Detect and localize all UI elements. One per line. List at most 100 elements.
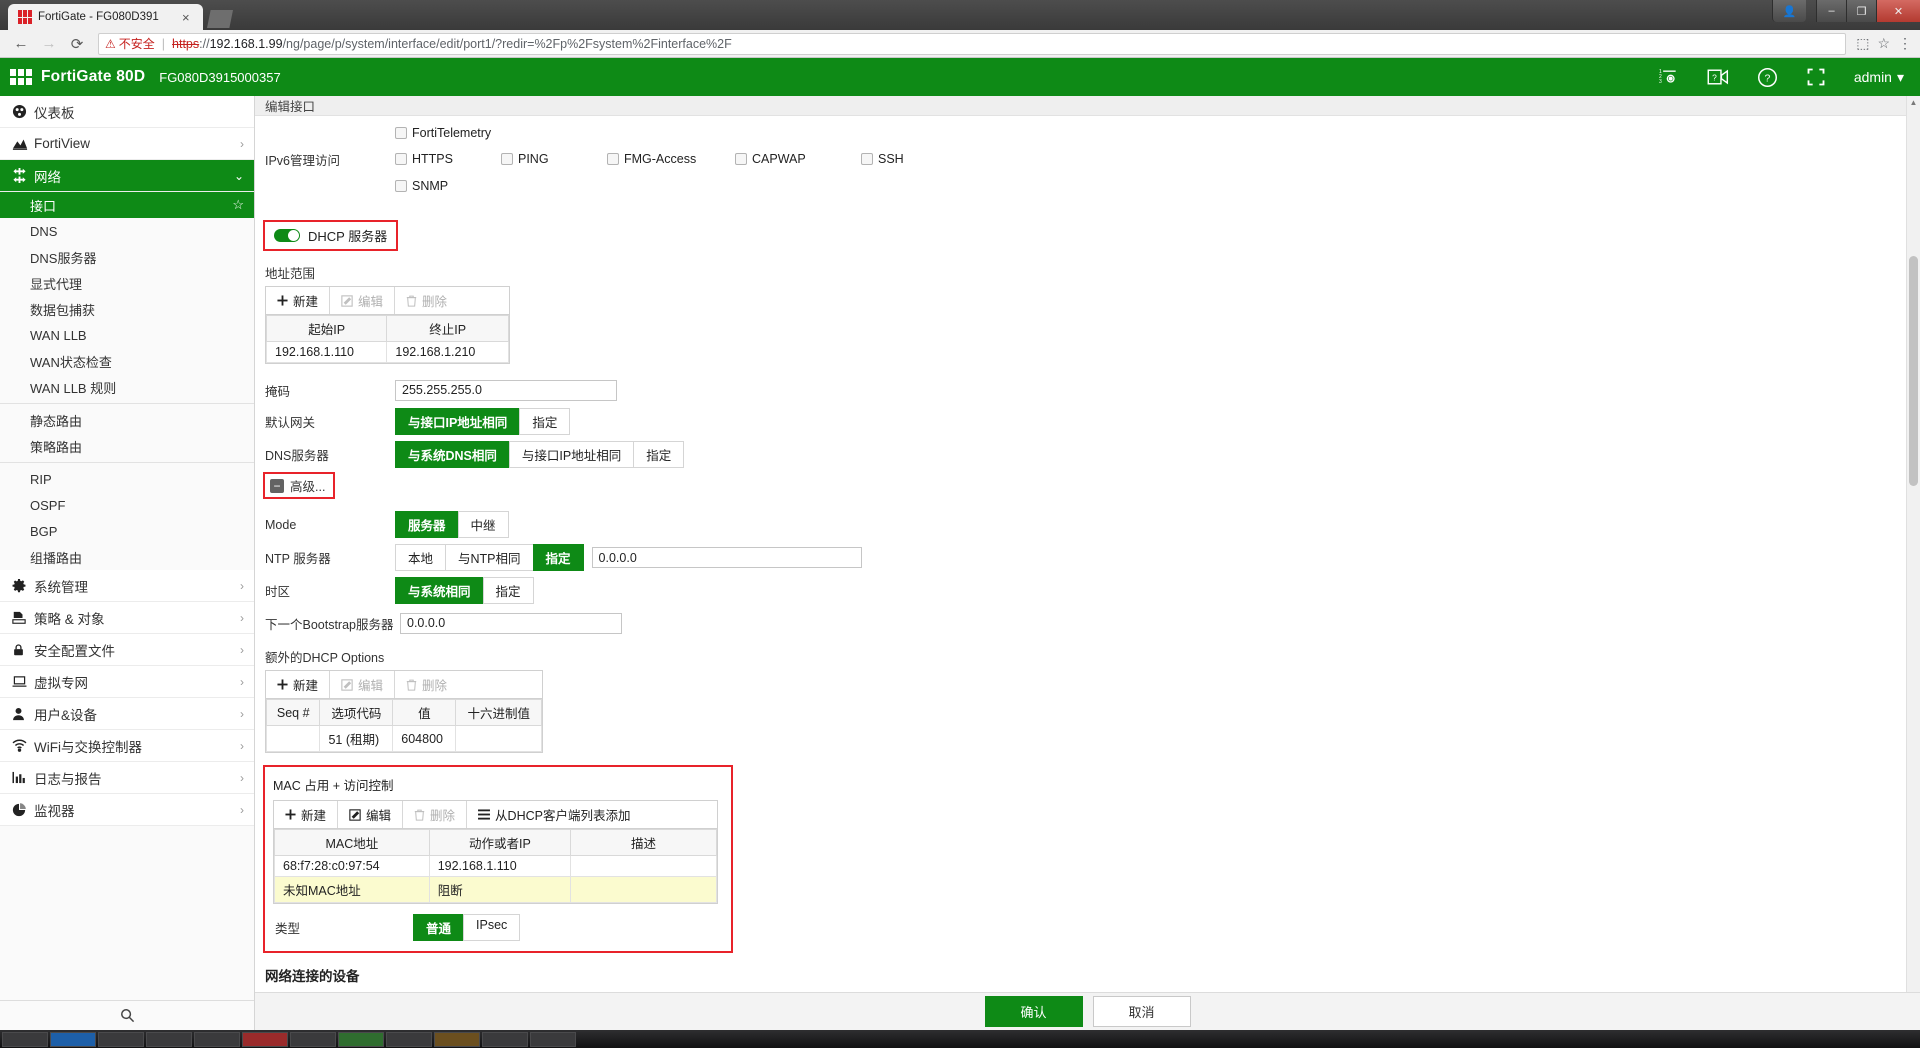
sidebar-search-button[interactable]: [0, 1000, 254, 1030]
taskbar-item[interactable]: [194, 1031, 240, 1047]
checkbox-box[interactable]: [501, 153, 513, 165]
sidebar-item-dns-server[interactable]: DNS服务器: [0, 244, 254, 270]
config-gear-icon[interactable]: 1 2 3: [1659, 67, 1679, 87]
taskbar-item[interactable]: [434, 1031, 480, 1047]
segment-local[interactable]: 本地: [395, 544, 446, 571]
sidebar-item-packet-capture[interactable]: 数据包捕获: [0, 296, 254, 322]
minimize-button[interactable]: –: [1816, 0, 1846, 22]
checkbox-fortitelemetry[interactable]: FortiTelemetry: [395, 126, 491, 140]
sidebar-item-wifi-switch-controller[interactable]: WiFi与交换控制器 ›: [0, 730, 254, 762]
sidebar-item-wan-llb-rules[interactable]: WAN LLB 规则: [0, 374, 254, 400]
segment-same-as-system[interactable]: 与系统相同: [395, 577, 483, 604]
table-row[interactable]: 未知MAC地址 阻断: [274, 876, 717, 903]
taskbar-item[interactable]: [482, 1031, 528, 1047]
checkbox-box[interactable]: [735, 153, 747, 165]
sidebar-item-log-report[interactable]: 日志与报告 ›: [0, 762, 254, 794]
forward-icon[interactable]: →: [36, 33, 62, 55]
favorite-star-icon[interactable]: ☆: [232, 197, 244, 213]
edit-button[interactable]: 编辑: [330, 671, 396, 698]
cancel-button[interactable]: 取消: [1092, 996, 1191, 1027]
sidebar-item-system[interactable]: 系统管理 ›: [0, 570, 254, 602]
ok-button[interactable]: 确认: [984, 996, 1083, 1027]
video-tutorial-icon[interactable]: ?: [1707, 67, 1729, 87]
sidebar-item-security-profiles[interactable]: 安全配置文件 ›: [0, 634, 254, 666]
scroll-up-icon[interactable]: ▲: [1907, 98, 1920, 107]
create-new-button[interactable]: 新建: [266, 287, 331, 314]
main-scrollbar[interactable]: ▲ ▼: [1906, 96, 1920, 1030]
checkbox-capwap[interactable]: CAPWAP: [735, 152, 853, 166]
sidebar-item-bgp[interactable]: BGP: [0, 518, 254, 544]
segment-relay[interactable]: 中继: [457, 511, 509, 538]
segment-server[interactable]: 服务器: [395, 511, 458, 538]
segment-specify[interactable]: 指定: [482, 577, 534, 604]
checkbox-https[interactable]: HTTPS: [395, 152, 493, 166]
segment-regular[interactable]: 普通: [413, 914, 464, 941]
bootstrap-server-input[interactable]: 0.0.0.0: [400, 612, 622, 634]
checkbox-fmg-access[interactable]: FMG-Access: [607, 152, 727, 166]
sidebar-item-monitor[interactable]: 监视器 ›: [0, 794, 254, 826]
table-row[interactable]: 68:f7:28:c0:97:54 192.168.1.110: [274, 855, 717, 877]
sidebar-item-network[interactable]: 网络 ⌄: [0, 160, 254, 192]
segment-ipsec[interactable]: IPsec: [463, 914, 521, 941]
dhcp-server-toggle[interactable]: [274, 229, 300, 242]
table-row[interactable]: 192.168.1.110 192.168.1.210: [265, 341, 509, 363]
sidebar-item-dns[interactable]: DNS: [0, 218, 254, 244]
scrollbar-thumb[interactable]: [1909, 256, 1918, 486]
reload-icon[interactable]: ⟳: [64, 33, 90, 55]
segment-specify[interactable]: 指定: [633, 441, 685, 468]
taskbar-item[interactable]: [2, 1031, 48, 1047]
browser-tab[interactable]: FortiGate - FG080D391 ×: [8, 4, 203, 30]
sidebar-item-dashboard[interactable]: 仪表板: [0, 96, 254, 128]
close-window-button[interactable]: ✕: [1876, 0, 1920, 22]
insecure-badge[interactable]: ⚠ 不安全: [105, 35, 155, 52]
edit-button[interactable]: 编辑: [330, 287, 396, 314]
sidebar-item-policy-objects[interactable]: 策略 & 对象 ›: [0, 602, 254, 634]
segment-specify[interactable]: 指定: [532, 544, 584, 571]
address-bar[interactable]: ⚠ 不安全 | https://192.168.1.99/ng/page/p/s…: [98, 32, 1847, 55]
ntp-server-input[interactable]: 0.0.0.0: [591, 547, 862, 568]
fullscreen-icon[interactable]: [1806, 67, 1826, 87]
taskbar-item[interactable]: [290, 1031, 336, 1047]
checkbox-snmp[interactable]: SNMP: [395, 179, 448, 193]
table-row[interactable]: 51 (租期) 604800: [265, 725, 542, 752]
delete-button[interactable]: 删除: [395, 671, 459, 698]
checkbox-ping[interactable]: PING: [501, 152, 599, 166]
delete-button[interactable]: 删除: [395, 287, 459, 314]
create-new-button[interactable]: 新建: [274, 801, 339, 828]
checkbox-box[interactable]: [607, 153, 619, 165]
tab-close-icon[interactable]: ×: [178, 10, 194, 25]
sidebar-item-user-device[interactable]: 用户&设备 ›: [0, 698, 254, 730]
netmask-input[interactable]: 255.255.255.0: [395, 379, 617, 401]
sidebar-item-static-route[interactable]: 静态路由: [0, 407, 254, 433]
checkbox-box[interactable]: [395, 127, 407, 139]
segment-same-as-interface-ip[interactable]: 与接口IP地址相同: [395, 408, 520, 435]
taskbar-item[interactable]: [386, 1031, 432, 1047]
segment-specify[interactable]: 指定: [519, 408, 571, 435]
checkbox-box[interactable]: [861, 153, 873, 165]
delete-button[interactable]: 删除: [403, 801, 468, 828]
advanced-expander[interactable]: − 高级...: [270, 476, 325, 495]
sidebar-item-interface[interactable]: 接口 ☆: [0, 192, 254, 218]
taskbar-item[interactable]: [242, 1031, 288, 1047]
segment-same-as-system-dns[interactable]: 与系统DNS相同: [395, 441, 509, 468]
checkbox-ssh[interactable]: SSH: [861, 152, 904, 166]
help-icon[interactable]: ?: [1757, 67, 1778, 88]
bookmark-star-icon[interactable]: ☆: [1877, 35, 1890, 52]
taskbar-item[interactable]: [50, 1031, 96, 1047]
create-new-button[interactable]: 新建: [266, 671, 331, 698]
admin-menu[interactable]: admin ▾: [1854, 69, 1904, 86]
sidebar-item-policy-route[interactable]: 策略路由: [0, 433, 254, 459]
taskbar-item[interactable]: [146, 1031, 192, 1047]
taskbar-item[interactable]: [98, 1031, 144, 1047]
sidebar-item-multicast-route[interactable]: 组播路由: [0, 544, 254, 570]
browser-menu-icon[interactable]: ⋮: [1898, 35, 1912, 52]
new-tab-button[interactable]: [207, 10, 233, 28]
sidebar-item-ospf[interactable]: OSPF: [0, 492, 254, 518]
sidebar-item-fortiview[interactable]: FortiView ›: [0, 128, 254, 160]
segment-same-as-interface-ip[interactable]: 与接口IP地址相同: [508, 441, 634, 468]
sidebar-item-vpn[interactable]: 虚拟专网 ›: [0, 666, 254, 698]
checkbox-box[interactable]: [395, 153, 407, 165]
add-from-dhcp-client-list-button[interactable]: 从DHCP客户端列表添加: [467, 801, 642, 828]
checkbox-box[interactable]: [395, 180, 407, 192]
restore-button[interactable]: ❐: [1846, 0, 1876, 22]
